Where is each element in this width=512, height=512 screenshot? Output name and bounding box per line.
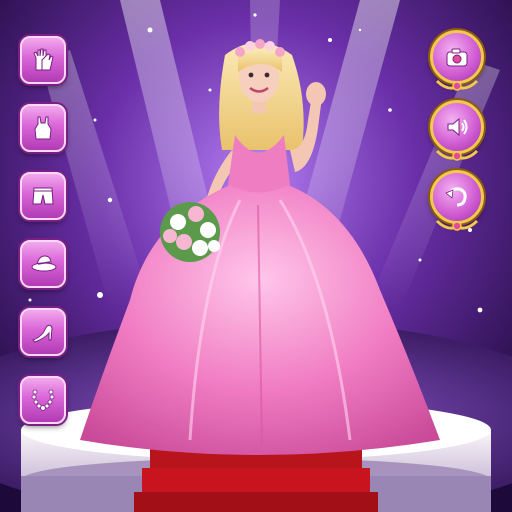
waving-hand (306, 82, 326, 106)
high-heel-icon (32, 324, 53, 343)
gloves-category-button[interactable] (20, 36, 66, 84)
hats-category-button[interactable] (20, 240, 66, 288)
camera-icon (446, 48, 468, 67)
tops-category-button[interactable] (20, 104, 66, 152)
sound-toggle-button[interactable] (430, 100, 484, 161)
necklaces-category-button[interactable] (20, 376, 66, 424)
necklace-icon (31, 389, 55, 411)
reset-button[interactable] (430, 170, 484, 231)
gloves-icon (33, 48, 54, 71)
undo-icon (445, 187, 467, 207)
shorts-icon (32, 187, 54, 205)
hat-icon (31, 255, 57, 272)
screenshot-button[interactable] (430, 30, 484, 91)
bottoms-category-button[interactable] (20, 172, 66, 220)
stage-background (0, 0, 512, 512)
speaker-icon (447, 117, 468, 137)
tank-top-icon (34, 116, 52, 140)
bouquet (160, 202, 220, 262)
shoes-category-button[interactable] (20, 308, 66, 356)
